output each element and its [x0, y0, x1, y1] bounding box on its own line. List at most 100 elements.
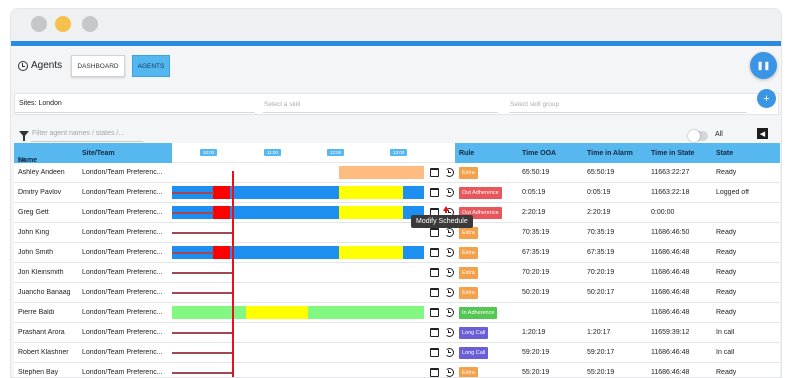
- history-icon[interactable]: [445, 308, 454, 317]
- history-icon[interactable]: [445, 368, 454, 377]
- agent-timeline[interactable]: [172, 203, 424, 223]
- history-icon[interactable]: [445, 268, 454, 277]
- calendar-icon[interactable]: [430, 348, 439, 357]
- agent-filter-input[interactable]: Filter agent names / states /...: [32, 130, 124, 137]
- close-window-button[interactable]: [31, 16, 47, 32]
- table-row[interactable]: Ashley Andeen London/Team Preferenc... Ext…: [14, 163, 780, 183]
- time-in-alarm: 0:05:19: [587, 189, 611, 196]
- all-toggle[interactable]: [688, 130, 708, 142]
- calendar-icon[interactable]: [430, 248, 439, 257]
- agent-site-team: London/Team Preferenc...: [82, 169, 163, 176]
- timeline-segment-alarm: [213, 186, 230, 199]
- timeline-actual-line: [172, 332, 234, 334]
- timeline-actual-line: [172, 212, 214, 214]
- history-icon[interactable]: [445, 348, 454, 357]
- agent-name: Dmitry Pavlov: [18, 189, 62, 196]
- agent-timeline[interactable]: [172, 323, 424, 343]
- agent-name: Ashley Andeen: [18, 169, 65, 176]
- time-in-alarm: 59:20:17: [587, 349, 615, 356]
- page-title-text: Agents: [31, 60, 63, 71]
- agent-timeline[interactable]: [172, 183, 424, 203]
- agent-timeline[interactable]: [172, 243, 424, 263]
- agent-state: Ready: [716, 269, 737, 276]
- skill-select[interactable]: Select a skill: [264, 101, 300, 108]
- rule-badge: Out Adherence: [459, 187, 502, 199]
- history-icon[interactable]: [445, 248, 454, 257]
- sites-select[interactable]: Sites: London: [19, 100, 62, 107]
- table-row[interactable]: Stephen Bay London/Team Preferenc... Extra…: [14, 363, 780, 377]
- agent-site-team: London/Team Preferenc...: [82, 309, 163, 316]
- time-in-alarm: 67:35:19: [587, 249, 615, 256]
- history-icon[interactable]: [445, 168, 454, 177]
- agent-timeline[interactable]: [172, 303, 424, 323]
- agent-name: Pierre Baldi: [18, 309, 55, 316]
- agent-timeline[interactable]: [172, 343, 424, 363]
- agents-tab-button[interactable]: AGENTS: [132, 55, 170, 77]
- plus-icon: +: [763, 92, 770, 105]
- agent-timeline[interactable]: [172, 283, 424, 303]
- table-row[interactable]: Juancho Banaag London/Team Preferenc... Ex…: [14, 283, 780, 303]
- calendar-icon[interactable]: [430, 268, 439, 277]
- calendar-icon[interactable]: [430, 188, 439, 197]
- agent-timeline[interactable]: [172, 223, 424, 243]
- timeline-segment-break: [339, 186, 403, 199]
- agent-state: Ready: [716, 289, 737, 296]
- alarm-clock-icon: [18, 60, 28, 71]
- table-row[interactable]: Pierre Baldi London/Team Preferenc... In A…: [14, 303, 780, 323]
- timeline-tick-label: 11:00: [264, 149, 281, 156]
- timeline-actual-line: [172, 232, 234, 234]
- timeline-tick-label: 10:00: [200, 149, 218, 156]
- calendar-icon[interactable]: [430, 308, 439, 317]
- time-in-alarm: 65:50:19: [587, 169, 615, 176]
- history-icon[interactable]: [445, 188, 454, 197]
- table-row[interactable]: Prashant Arora London/Team Preferenc... Lo…: [14, 323, 780, 343]
- row-actions: [430, 348, 458, 358]
- agent-state: Ready: [716, 369, 737, 376]
- history-icon[interactable]: [445, 328, 454, 337]
- agent-timeline[interactable]: [172, 163, 424, 183]
- history-icon[interactable]: [445, 228, 454, 237]
- agent-timeline[interactable]: [172, 363, 424, 377]
- minimize-window-button[interactable]: [55, 16, 71, 32]
- timeline-segment-break: [246, 306, 308, 319]
- collapse-panel-button[interactable]: ◀: [757, 128, 768, 139]
- calendar-icon[interactable]: [430, 168, 439, 177]
- skill-underline: [263, 112, 498, 113]
- table-row[interactable]: Jon Kleinsmith London/Team Preferenc... Ex…: [14, 263, 780, 283]
- rule-badge: Extra: [459, 287, 478, 299]
- history-icon[interactable]: [445, 288, 454, 297]
- column-header-rule[interactable]: Rule: [459, 150, 474, 157]
- agent-timeline[interactable]: [172, 263, 424, 283]
- rule-badge: Extra: [459, 367, 478, 377]
- maximize-window-button[interactable]: [82, 16, 98, 32]
- table-row[interactable]: Robert Klashner London/Team Preferenc... L…: [14, 343, 780, 363]
- timeline-actual-line: [172, 352, 234, 354]
- pause-button[interactable]: ❚❚: [750, 52, 777, 79]
- column-header-time-ooa[interactable]: Time OOA: [522, 150, 556, 157]
- filter-bar: Sites: London Select a skill Select skil…: [14, 93, 779, 115]
- dashboard-tab-button[interactable]: DASHBOARD: [71, 55, 125, 77]
- timeline-segment-alarm: [213, 206, 230, 219]
- table-row[interactable]: John Smith London/Team Preferenc... Extra 6…: [14, 243, 780, 263]
- column-header-site-team[interactable]: Site/Team: [82, 150, 115, 157]
- agent-name: Stephen Bay: [18, 369, 59, 376]
- skill-group-select[interactable]: Select skill group: [510, 101, 559, 108]
- column-header-time-in-state[interactable]: Time in State: [651, 150, 694, 157]
- time-ooa: 0:05:19: [522, 189, 546, 196]
- calendar-icon[interactable]: [430, 288, 439, 297]
- table-row[interactable]: John King London/Team Preferenc... Extra 70…: [14, 223, 780, 243]
- calendar-icon[interactable]: [430, 228, 439, 237]
- calendar-icon[interactable]: [430, 328, 439, 337]
- calendar-icon[interactable]: [430, 368, 439, 377]
- add-button[interactable]: +: [757, 89, 776, 108]
- column-header-time-in-alarm[interactable]: Time in Alarm: [587, 150, 633, 157]
- agent-state: Ready: [716, 229, 737, 236]
- time-in-state: 11686:46:48: [651, 309, 690, 316]
- agent-name: Greg Gett: [18, 209, 49, 216]
- time-in-state: 0:00:00: [651, 209, 675, 216]
- table-row[interactable]: Greg Gett London/Team Preferenc... Out Adh…: [14, 203, 780, 223]
- column-header-state[interactable]: State: [716, 150, 733, 157]
- timeline-segment-alarm: [213, 246, 230, 259]
- sites-underline: [15, 112, 255, 113]
- table-row[interactable]: Dmitry Pavlov London/Team Preferenc... Out…: [14, 183, 780, 203]
